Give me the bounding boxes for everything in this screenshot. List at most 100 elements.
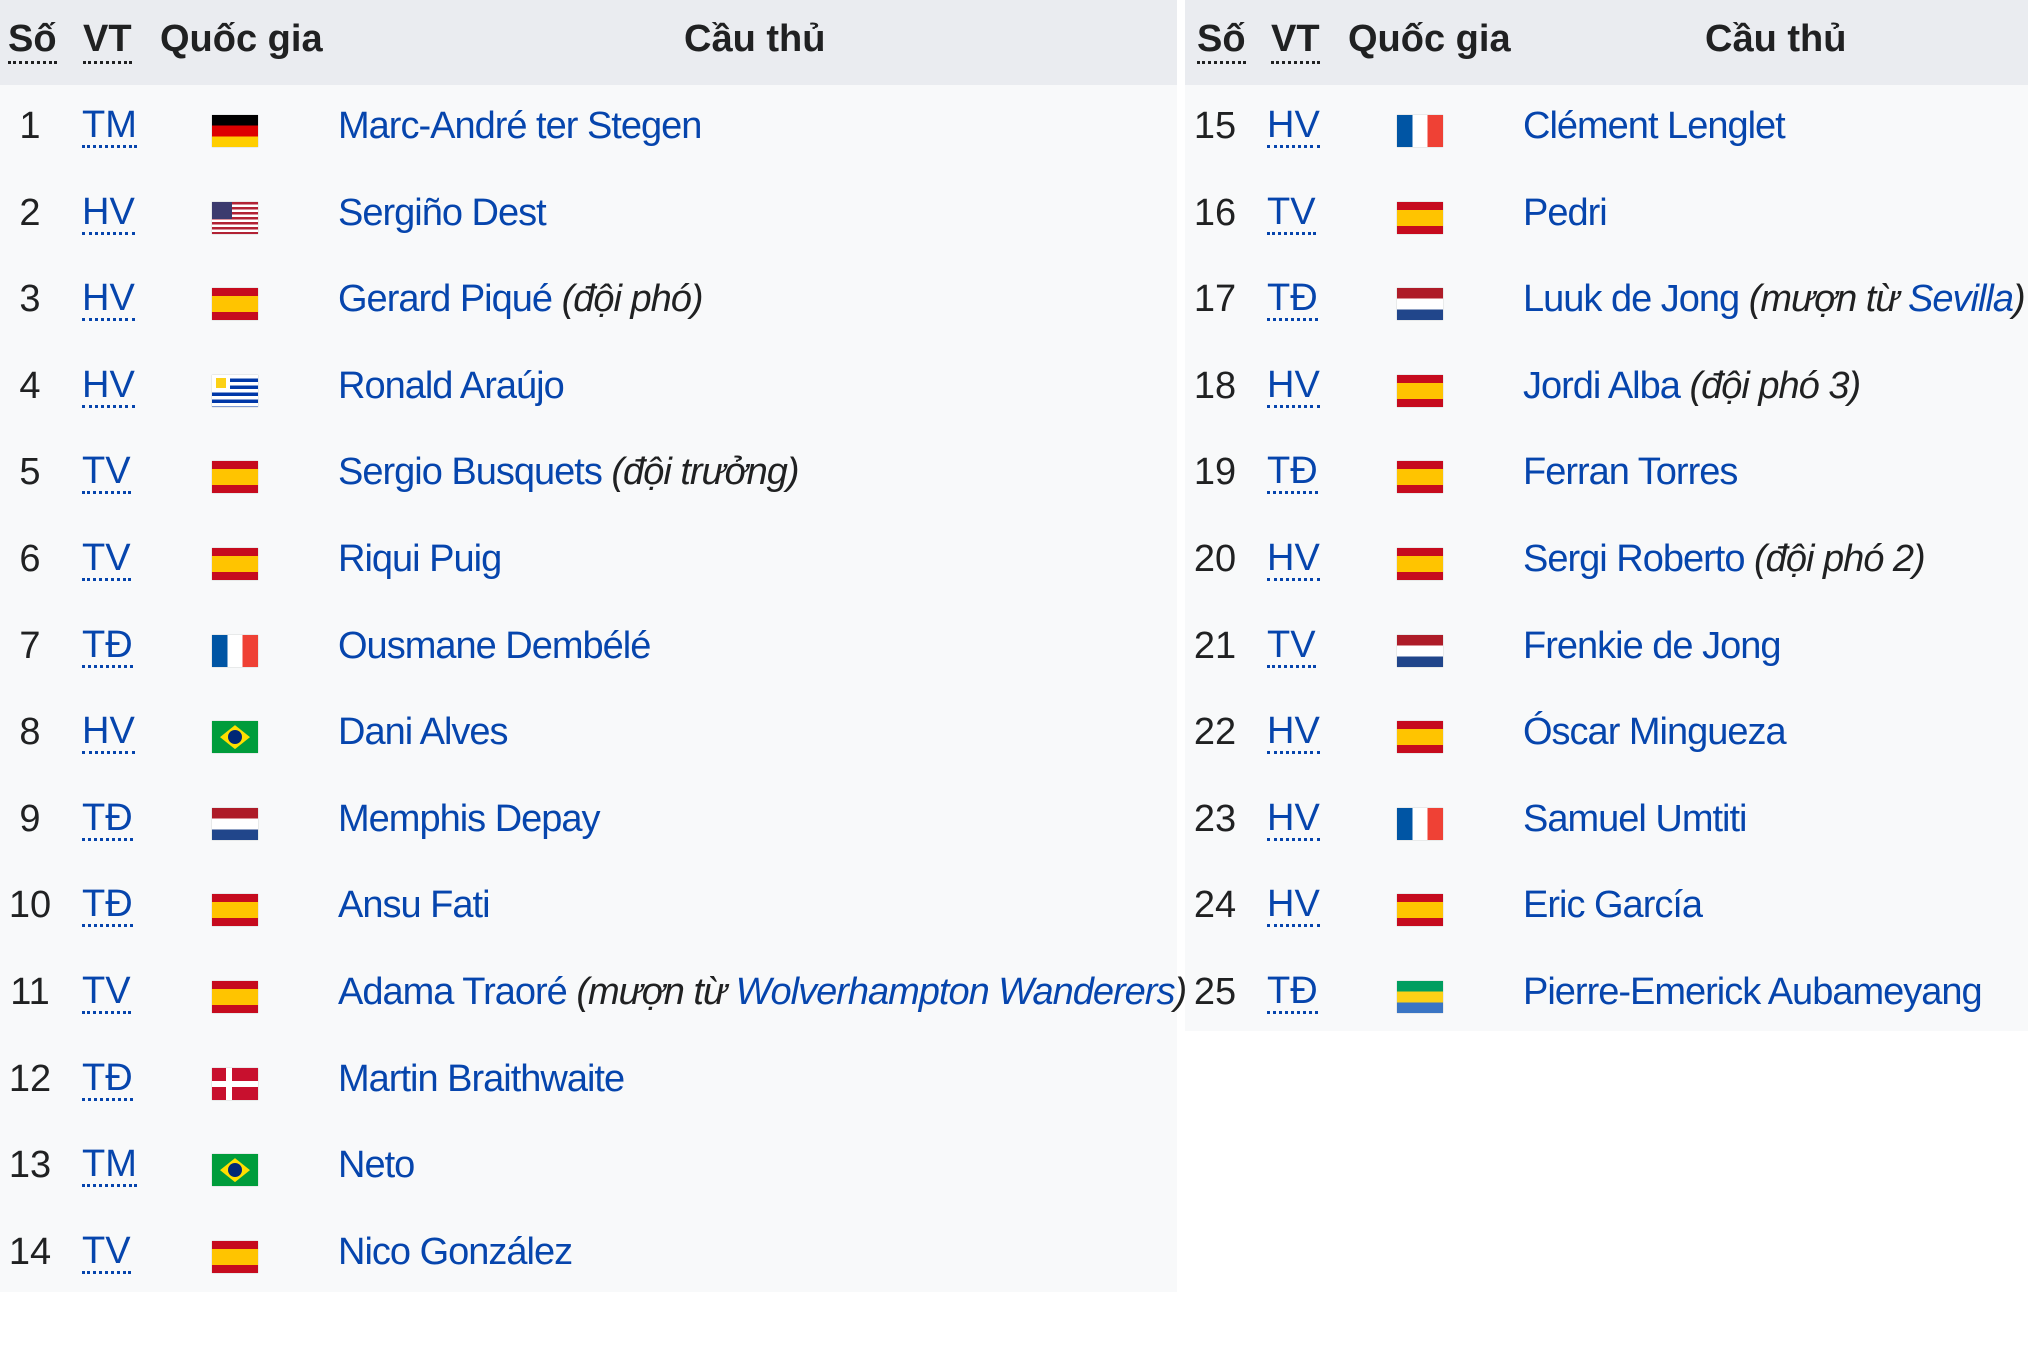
player-note: (đội phó) bbox=[562, 278, 704, 320]
position-link[interactable]: HV bbox=[1267, 798, 1320, 841]
position-link[interactable]: TV bbox=[82, 538, 131, 581]
player-row: 14 TV Nico González bbox=[0, 1211, 1177, 1298]
position-link[interactable]: TV bbox=[82, 1231, 131, 1274]
position-link[interactable]: TV bbox=[1267, 625, 1316, 668]
player-name-link[interactable]: Martin Braithwaite bbox=[338, 1058, 625, 1100]
loan-club-link[interactable]: Sevilla bbox=[1908, 278, 2014, 320]
position-link[interactable]: TĐ bbox=[82, 798, 133, 841]
player-name-link[interactable]: Pedri bbox=[1523, 192, 1608, 234]
player-cell: Neto bbox=[338, 1144, 415, 1187]
player-name-link[interactable]: Gerard Piqué bbox=[338, 278, 553, 320]
player-name-link[interactable]: Ferran Torres bbox=[1523, 451, 1738, 493]
player-name-link[interactable]: Sergi Roberto bbox=[1523, 538, 1745, 580]
rows: 1 TM Marc-André ter Stegen 2 HV Sergiño Dest 3… bbox=[0, 85, 1187, 1298]
player-row: 9 TĐ Memphis Depay bbox=[0, 778, 1177, 865]
player-cell: Sergio Busquets (đội trưởng) bbox=[338, 451, 800, 494]
player-name-link[interactable]: Sergiño Dest bbox=[338, 192, 547, 234]
position-link[interactable]: TV bbox=[82, 971, 131, 1014]
player-cell: Frenkie de Jong bbox=[1523, 625, 1781, 668]
player-cell: Riqui Puig bbox=[338, 538, 502, 581]
player-row: 15 HV Clément Lenglet bbox=[1185, 85, 2028, 172]
position-link[interactable]: TĐ bbox=[1267, 971, 1318, 1014]
shirt-number: 3 bbox=[19, 278, 41, 321]
position-link[interactable]: HV bbox=[1267, 711, 1320, 755]
header-country: Quốc gia bbox=[160, 18, 323, 60]
player-note: (đội trưởng) bbox=[611, 451, 799, 494]
player-cell: Memphis Depay bbox=[338, 798, 601, 841]
player-name-link[interactable]: Ansu Fati bbox=[338, 884, 491, 926]
shirt-number: 4 bbox=[19, 364, 41, 407]
position-link[interactable]: HV bbox=[82, 278, 135, 322]
player-name-link[interactable]: Memphis Depay bbox=[338, 798, 601, 840]
player-name-link[interactable]: Nico González bbox=[338, 1231, 573, 1273]
position-link[interactable]: HV bbox=[1267, 365, 1320, 408]
note-text: (đội phó 2) bbox=[1754, 537, 1926, 580]
position-link[interactable]: TĐ bbox=[82, 1058, 133, 1101]
loan-club-link[interactable]: Wolverhampton Wanderers bbox=[736, 971, 1176, 1013]
player-row: 13 TM Neto bbox=[0, 1124, 1177, 1211]
position-link[interactable]: TĐ bbox=[1267, 451, 1318, 495]
shirt-number: 15 bbox=[1193, 105, 1237, 147]
flag-br-icon bbox=[212, 721, 258, 754]
player-name-link[interactable]: Óscar Mingueza bbox=[1523, 711, 1787, 753]
position-link[interactable]: HV bbox=[1267, 538, 1320, 581]
shirt-number: 5 bbox=[19, 451, 41, 494]
shirt-number: 11 bbox=[10, 970, 50, 1013]
position-link[interactable]: TM bbox=[82, 105, 137, 148]
position-link[interactable]: TĐ bbox=[82, 884, 133, 928]
player-row: 21 TV Frenkie de Jong bbox=[1185, 605, 2028, 692]
flag-fr-icon bbox=[212, 634, 258, 667]
shirt-number: 23 bbox=[1193, 797, 1237, 840]
shirt-number: 22 bbox=[1193, 711, 1237, 754]
shirt-number: 7 bbox=[19, 624, 41, 667]
player-name-link[interactable]: Adama Traoré bbox=[338, 971, 568, 1013]
shirt-number: 6 bbox=[19, 537, 41, 580]
position-link[interactable]: HV bbox=[82, 192, 135, 235]
position-link[interactable]: HV bbox=[1267, 105, 1320, 148]
note-text: (đội trưởng) bbox=[611, 451, 799, 494]
position-link[interactable]: TV bbox=[82, 451, 131, 495]
player-name-link[interactable]: Clément Lenglet bbox=[1523, 105, 1786, 147]
position-link[interactable]: HV bbox=[82, 365, 135, 408]
player-cell: Marc-André ter Stegen bbox=[338, 105, 702, 148]
note-close: ) bbox=[2012, 278, 2026, 321]
flag-es-icon bbox=[212, 288, 258, 321]
player-row: 11 TV Adama Traoré (mượn từ Wolverhampton … bbox=[0, 951, 1187, 1038]
player-name-link[interactable]: Samuel Umtiti bbox=[1523, 798, 1747, 840]
squad-table-right: Số VT Quốc gia Cầu thủ 15 HV Clément Lengl… bbox=[1185, 0, 2028, 1031]
player-name-link[interactable]: Marc-André ter Stegen bbox=[338, 105, 702, 147]
player-cell: Gerard Piqué (đội phó) bbox=[338, 278, 704, 321]
flag-es-icon bbox=[1397, 547, 1443, 580]
table-header: Số VT Quốc gia Cầu thủ bbox=[0, 0, 1177, 85]
flag-nl-icon bbox=[1397, 634, 1443, 667]
player-name-link[interactable]: Luuk de Jong bbox=[1523, 278, 1740, 320]
shirt-number: 17 bbox=[1193, 278, 1237, 321]
player-row: 6 TV Riqui Puig bbox=[0, 518, 1177, 605]
player-name-link[interactable]: Neto bbox=[338, 1144, 415, 1186]
player-name-link[interactable]: Jordi Alba bbox=[1523, 365, 1681, 407]
flag-de-icon bbox=[212, 115, 258, 147]
player-name-link[interactable]: Frenkie de Jong bbox=[1523, 625, 1781, 667]
player-name-link[interactable]: Ronald Araújo bbox=[338, 365, 565, 407]
position-link[interactable]: HV bbox=[1267, 884, 1320, 928]
position-link[interactable]: HV bbox=[82, 711, 135, 755]
position-link[interactable]: TĐ bbox=[1267, 278, 1318, 322]
player-name-link[interactable]: Eric García bbox=[1523, 884, 1703, 926]
position-link[interactable]: TĐ bbox=[82, 625, 133, 668]
player-row: 1 TM Marc-André ter Stegen bbox=[0, 85, 1177, 172]
position-link[interactable]: TM bbox=[82, 1144, 137, 1188]
player-cell: Ousmane Dembélé bbox=[338, 625, 651, 668]
shirt-number: 19 bbox=[1193, 451, 1237, 494]
flag-es-icon bbox=[212, 894, 258, 927]
player-name-link[interactable]: Sergio Busquets bbox=[338, 451, 603, 493]
position-link[interactable]: TV bbox=[1267, 192, 1316, 235]
header-position: VT bbox=[1271, 18, 1320, 64]
player-cell: Samuel Umtiti bbox=[1523, 798, 1747, 841]
player-name-link[interactable]: Pierre-Emerick Aubameyang bbox=[1523, 971, 1983, 1013]
squad-table-left: Số VT Quốc gia Cầu thủ 1 TM Marc-André ter… bbox=[0, 0, 1187, 1292]
player-row: 17 TĐ Luuk de Jong (mượn từ Sevilla) bbox=[1185, 258, 2028, 345]
player-name-link[interactable]: Dani Alves bbox=[338, 711, 509, 753]
player-name-link[interactable]: Riqui Puig bbox=[338, 538, 502, 580]
player-name-link[interactable]: Ousmane Dembélé bbox=[338, 625, 651, 667]
player-row: 10 TĐ Ansu Fati bbox=[0, 864, 1177, 951]
